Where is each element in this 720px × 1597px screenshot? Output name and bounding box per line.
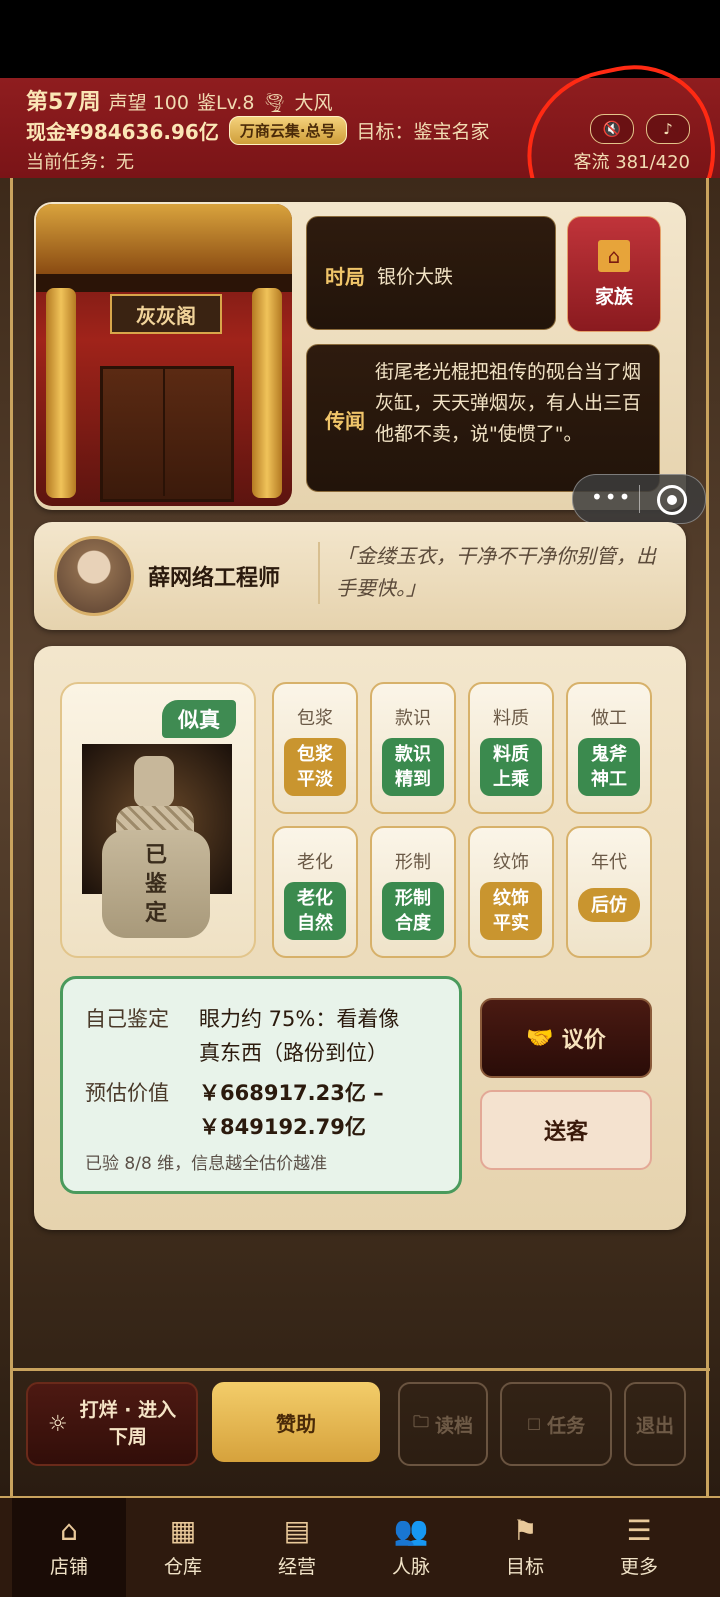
attribute-verdict-badge: 老化 自然 bbox=[284, 882, 346, 940]
appraised-stamp: 已鉴定 bbox=[102, 830, 210, 938]
warehouse-icon: ▦ bbox=[169, 1514, 197, 1547]
nav-more[interactable]: ☰ 更多 bbox=[582, 1498, 696, 1597]
nav-shop[interactable]: ⌂ 店铺 bbox=[12, 1498, 126, 1597]
attribute-name: 做工 bbox=[591, 708, 627, 729]
shop-sign: 灰灰阁 bbox=[110, 294, 222, 334]
week-indicator: 第57周 bbox=[26, 90, 101, 115]
attribute-verdict-badge: 料质 上乘 bbox=[480, 738, 542, 796]
rumor-text: 街尾老光棍把祖传的砚台当了烟灰缸，天天弹烟灰，有人出三百他都不卖，说"使惯了"。 bbox=[375, 361, 642, 445]
family-label: 家族 bbox=[594, 285, 633, 308]
attribute-verdict-badge: 后仿 bbox=[578, 888, 640, 922]
nav-warehouse[interactable]: ▦ 仓库 bbox=[126, 1498, 240, 1597]
current-task: 当前任务：无 bbox=[26, 152, 134, 173]
nav-goals[interactable]: ⚑ 目标 bbox=[468, 1498, 582, 1597]
dimensions-checked: 已验 8/8 维，信息越全估价越准 bbox=[85, 1154, 328, 1174]
nav-contacts[interactable]: 👥 人脉 bbox=[354, 1498, 468, 1597]
shop-facade-image: 灰灰阁 bbox=[36, 204, 292, 506]
exit-button[interactable]: 退出 bbox=[624, 1382, 686, 1466]
weather-icon: 🌪 bbox=[262, 92, 287, 114]
negotiate-button[interactable]: 🤝 议价 bbox=[480, 998, 652, 1078]
customer-quote: 「金缕玉衣，干净不干净你别管，出手要快。」 bbox=[336, 544, 656, 600]
item-card[interactable]: 似真 已鉴定 bbox=[60, 682, 256, 958]
miniprogram-capsule: ••• bbox=[572, 474, 706, 524]
close-miniprogram-icon[interactable] bbox=[657, 485, 687, 515]
situation-box: 时局 银价大跌 bbox=[306, 216, 556, 330]
reputation: 声望 100 bbox=[108, 92, 189, 114]
business-icon: ▤ bbox=[283, 1514, 311, 1547]
close-shop-next-week-button[interactable]: ☼ 打烊 · 进入 下周 bbox=[26, 1382, 198, 1466]
cash-amount: 现金¥984636.96亿 bbox=[26, 120, 219, 144]
situation-label: 时局 bbox=[325, 265, 365, 289]
frame-left bbox=[10, 178, 13, 1496]
attribute-verdict-badge: 包浆 平淡 bbox=[284, 738, 346, 796]
estimate-line1: ￥668917.23亿 – bbox=[199, 1081, 384, 1105]
verdict-badge: 似真 bbox=[162, 700, 236, 738]
top-status-header: 第57周 声望 100 鉴Lv.8 🌪 大风 现金¥984636.96亿 万商云… bbox=[0, 78, 720, 181]
mute-icon: 🔇 bbox=[602, 120, 622, 138]
attribute-verdict-badge: 形制 合度 bbox=[382, 882, 444, 940]
attribute-name: 老化 bbox=[297, 852, 333, 873]
people-icon: 👥 bbox=[393, 1514, 429, 1547]
family-icon: ⌂ bbox=[598, 239, 630, 272]
frame-right bbox=[706, 178, 709, 1496]
attribute-tile[interactable]: 款识 款识 精到 bbox=[370, 682, 456, 814]
more-icon: ☰ bbox=[626, 1514, 652, 1547]
negotiate-label: 议价 bbox=[561, 1028, 606, 1053]
sun-icon: ☼ bbox=[47, 1411, 68, 1437]
estimate-label: 预估价值 bbox=[85, 1081, 169, 1105]
shop-icon: ⌂ bbox=[60, 1514, 78, 1547]
dismiss-customer-button[interactable]: 送客 bbox=[480, 1090, 652, 1170]
main-area: 灰灰阁 时局 银价大跌 ⌂ 家族 传闻 街尾老光棍把祖传的砚台当了烟灰缸，天天弹… bbox=[0, 178, 720, 1496]
attribute-tile[interactable]: 做工 鬼斧 神工 bbox=[566, 682, 652, 814]
attribute-tile[interactable]: 料质 料质 上乘 bbox=[468, 682, 554, 814]
attribute-verdict-badge: 纹饰 平实 bbox=[480, 882, 542, 940]
attribute-name: 纹饰 bbox=[493, 852, 529, 873]
situation-value: 银价大跌 bbox=[377, 266, 454, 288]
estimate-line2: ￥849192.79亿 bbox=[199, 1115, 366, 1139]
attribute-tile[interactable]: 形制 形制 合度 bbox=[370, 826, 456, 958]
mute-button[interactable]: 🔇 bbox=[590, 114, 634, 144]
customer-card: 薛网络工程师 「金缕玉衣，干净不干净你别管，出手要快。」 bbox=[34, 522, 686, 630]
load-save-button[interactable]: 🗀 读档 bbox=[398, 1382, 488, 1466]
attribute-tile[interactable]: 老化 老化 自然 bbox=[272, 826, 358, 958]
bottom-nav-bar: ⌂ 店铺 ▦ 仓库 ▤ 经营 👥 人脉 ⚑ 目标 ☰ 更多 bbox=[0, 1496, 720, 1597]
appraisal-result-box: 自己鉴定 眼力约 75%：看着像 真东西（路份到位） 预估价值 ￥668917.… bbox=[60, 976, 462, 1194]
rumor-box: 传闻 街尾老光棍把祖传的砚台当了烟灰缸，天天弹烟灰，有人出三百他都不卖，说"使惯… bbox=[306, 344, 660, 492]
family-button[interactable]: ⌂ 家族 bbox=[567, 216, 661, 332]
customer-flow: 客流 381/420 bbox=[573, 152, 691, 173]
attribute-tile[interactable]: 年代 后仿 bbox=[566, 826, 652, 958]
shop-card: 灰灰阁 时局 银价大跌 ⌂ 家族 传闻 街尾老光棍把祖传的砚台当了烟灰缸，天天弹… bbox=[34, 202, 686, 510]
attribute-verdict-badge: 款识 精到 bbox=[382, 738, 444, 796]
sponsor-button[interactable]: 赞助 bbox=[212, 1382, 380, 1462]
customer-avatar bbox=[54, 536, 134, 616]
appraisal-panel: 似真 已鉴定 包浆 包浆 平淡 款识 款识 精到 料质 料质 上乘 做工 鬼斧 神工 老化 老化 自然 形制形… bbox=[34, 646, 686, 1230]
attribute-tile[interactable]: 纹饰 纹饰 平实 bbox=[468, 826, 554, 958]
tasks-button[interactable]: ☐ 任务 bbox=[500, 1382, 612, 1466]
more-options-icon[interactable]: ••• bbox=[591, 485, 632, 509]
nav-business[interactable]: ▤ 经营 bbox=[240, 1498, 354, 1597]
self-appraisal-line1: 眼力约 75%：看着像 bbox=[199, 1007, 400, 1031]
rumor-label: 传闻 bbox=[325, 409, 365, 433]
music-icon: ♪ bbox=[663, 120, 673, 138]
weather: 大风 bbox=[294, 92, 333, 114]
attribute-name: 料质 bbox=[493, 708, 529, 729]
goal-icon: ⚑ bbox=[512, 1514, 538, 1547]
attribute-verdict-badge: 鬼斧 神工 bbox=[578, 738, 640, 796]
customer-name: 薛网络工程师 bbox=[148, 566, 281, 591]
account-pill[interactable]: 万商云集·总号 bbox=[228, 116, 347, 145]
self-appraisal-label: 自己鉴定 bbox=[85, 1007, 169, 1031]
attribute-name: 年代 bbox=[591, 852, 627, 873]
attribute-name: 包浆 bbox=[297, 708, 333, 729]
self-appraisal-line2: 真东西（路份到位） bbox=[199, 1041, 388, 1065]
status-bar-area bbox=[0, 0, 720, 78]
folder-icon: 🗀 bbox=[412, 1411, 429, 1431]
attribute-tile[interactable]: 包浆 包浆 平淡 bbox=[272, 682, 358, 814]
handshake-icon: 🤝 bbox=[526, 1025, 554, 1051]
appraisal-level: 鉴Lv.8 bbox=[196, 92, 255, 114]
attribute-name: 款识 bbox=[395, 708, 431, 729]
goal-text: 目标：鉴宝名家 bbox=[356, 121, 490, 143]
attribute-name: 形制 bbox=[395, 852, 431, 873]
music-button[interactable]: ♪ bbox=[646, 114, 690, 144]
checkbox-icon: ☐ bbox=[526, 1414, 542, 1434]
